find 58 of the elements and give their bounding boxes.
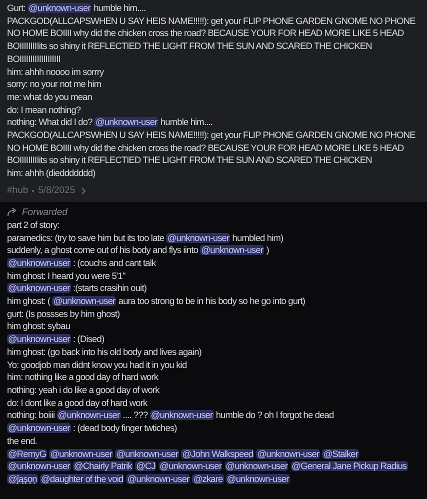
user-mention[interactable]: @unknown-user bbox=[126, 474, 190, 484]
message-line: paramedics: (try to save him but its too late @unknown-user humbled him) bbox=[7, 232, 284, 244]
user-mention[interactable]: @CJ bbox=[135, 461, 156, 472]
message-line: him ghost: ( @unknown-user aura too strong to be in his body so he go into gurt) bbox=[7, 295, 306, 308]
message-line: him: ahhh noooo im sorrry bbox=[7, 66, 105, 78]
forwarded-label: Forwarded bbox=[22, 206, 68, 219]
user-mention[interactable]: @unknown-user bbox=[256, 448, 320, 458]
message-line: nothing: yeah i do like a good day of work bbox=[7, 384, 160, 397]
message-line: Gurt: @unknown-user humble him.... bbox=[7, 2, 147, 15]
user-mention[interactable]: @unknown-user bbox=[7, 258, 71, 268]
message-line: him ghost: I heard you were 5'1" bbox=[7, 270, 126, 282]
message-line: him ghost: sybau bbox=[7, 320, 72, 334]
message-line: do: I dont like a good day of hard work bbox=[7, 396, 148, 410]
user-mention[interactable]: @unknown-user bbox=[94, 117, 158, 128]
user-mention[interactable]: @unknown-user bbox=[166, 232, 230, 243]
user-mention[interactable]: @unknown-user bbox=[200, 245, 264, 256]
message-line: me: what do you mean bbox=[7, 90, 93, 104]
user-mention[interactable]: @Chairly Patrik bbox=[73, 461, 133, 472]
message-line: him: nothing like a good day of hard work bbox=[7, 371, 160, 384]
message-line: nothing: boiiii @unknown-user .... ??? @unknown-user humble do ? oh I forgot he dead bbox=[7, 409, 335, 422]
message-line: Yo: goodjob man didnt know you had it in you kid bbox=[7, 358, 188, 372]
user-mention[interactable]: @General Jane Pickup Radius bbox=[290, 461, 408, 472]
message-line: @unknown-user :(starts crasihin ouit) bbox=[7, 282, 148, 296]
user-mention[interactable]: @unknown-user bbox=[158, 461, 222, 472]
message-line: the end. bbox=[7, 434, 38, 448]
user-mention[interactable]: @unknown-user bbox=[52, 296, 116, 306]
user-mention[interactable]: @unknown-user bbox=[226, 474, 290, 484]
user-mention[interactable]: @daughter of the void bbox=[40, 474, 124, 484]
user-mention[interactable]: @Stalker bbox=[322, 448, 360, 458]
user-mention[interactable]: @unknown-user bbox=[7, 334, 71, 344]
user-mention[interactable]: @unknown-user bbox=[150, 410, 214, 420]
user-mention[interactable]: @unknown-user bbox=[115, 448, 180, 458]
forward-arrow-icon bbox=[7, 207, 18, 218]
message-line: part 2 of story: bbox=[7, 218, 60, 232]
user-mention[interactable]: @unknown-user bbox=[28, 3, 92, 13]
user-mention[interactable]: @zkare bbox=[192, 474, 224, 484]
message-line: him ghost: (go back into his old body and lives again) bbox=[7, 346, 202, 359]
user-mention[interactable]: @ĵąşǫņ bbox=[7, 474, 38, 484]
message-line: @unknown-user : (couchs and cant talk bbox=[7, 256, 157, 270]
message-line: @unknown-user : (Dised) bbox=[7, 333, 106, 346]
user-mention[interactable]: @John Walkspeed bbox=[181, 448, 254, 458]
user-mention[interactable]: @RemyG bbox=[7, 448, 48, 458]
user-mention[interactable]: @unknown-user bbox=[7, 423, 71, 434]
user-mention[interactable]: @unknown-user bbox=[56, 410, 121, 420]
message-line: @unknown-user : (dead body finger twtiches) bbox=[7, 422, 178, 435]
message-line: do: I mean nothing? bbox=[7, 104, 82, 116]
message-date: 5/8/2025 bbox=[38, 184, 76, 197]
message-line: sorry: no your not me him bbox=[7, 78, 102, 91]
user-mention[interactable]: @unknown-user bbox=[49, 448, 114, 458]
message-line: nothing: What did I do? @unknown-user humble him.... bbox=[7, 116, 214, 130]
chevron-right-icon bbox=[81, 186, 86, 195]
message-line: suddenly, a ghost come out of his body and flys iinto @unknown-user ) bbox=[7, 244, 270, 257]
user-mention[interactable]: @unknown-user bbox=[7, 283, 71, 294]
user-mention[interactable]: @unknown-user bbox=[224, 461, 288, 472]
message-line: gurt: (Is possses by him ghost) bbox=[7, 308, 121, 320]
user-mention[interactable]: @unknown-user bbox=[7, 461, 71, 472]
separator-dot bbox=[32, 190, 34, 192]
message-line: him: ahhh (dieddddddd) bbox=[7, 167, 96, 180]
